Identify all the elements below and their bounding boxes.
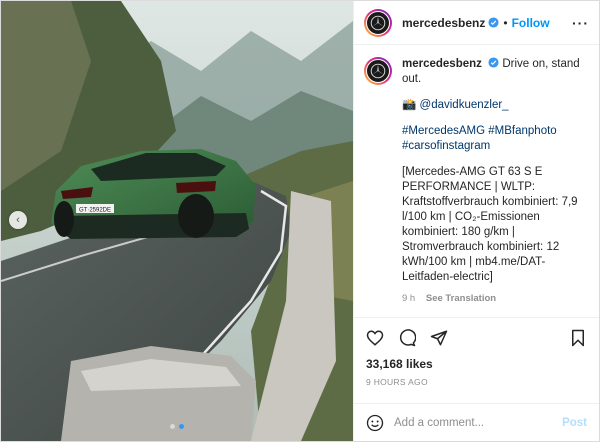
hashtags-line2[interactable]: #carsofinstagram bbox=[402, 139, 589, 154]
bookmark-icon[interactable] bbox=[569, 329, 587, 347]
share-icon[interactable] bbox=[430, 329, 448, 347]
header-separator: • bbox=[503, 15, 508, 30]
carousel-indicator bbox=[1, 424, 353, 429]
post-comment-button[interactable]: Post bbox=[562, 417, 587, 429]
post-header: mercedesbenz • Follow ··· bbox=[354, 1, 599, 45]
comments-section: mercedesbenz Drive on, stand out. 📸 @dav… bbox=[354, 45, 599, 317]
likes-count[interactable]: 33,168 likes bbox=[354, 357, 599, 373]
comment-composer: Add a comment... Post bbox=[354, 403, 599, 441]
caption-username[interactable]: mercedesbenz bbox=[402, 58, 482, 70]
caption-avatar[interactable] bbox=[364, 57, 392, 85]
license-plate: GT·2592DE bbox=[79, 208, 111, 214]
verified-badge-icon bbox=[488, 17, 499, 28]
mercedes-star-icon bbox=[370, 63, 386, 79]
post-sidebar: mercedesbenz • Follow ··· mercedesbenz D… bbox=[353, 1, 599, 441]
photo-credit-mention[interactable]: @davidkuenzler_ bbox=[420, 99, 509, 111]
carousel-dot bbox=[170, 424, 175, 429]
author-username[interactable]: mercedesbenz bbox=[402, 16, 485, 30]
comment-icon[interactable] bbox=[398, 328, 416, 347]
verified-badge-icon bbox=[488, 57, 499, 68]
action-bar bbox=[354, 317, 599, 357]
post-photo[interactable]: GT·2592DE ‹ bbox=[1, 1, 353, 441]
camera-emoji-icon: 📸 bbox=[402, 99, 417, 111]
like-heart-icon[interactable] bbox=[366, 329, 384, 347]
hashtags-line1[interactable]: #MercedesAMG #MBfanphoto bbox=[402, 124, 589, 139]
instagram-post-modal: GT·2592DE ‹ mercedesbenz • Follow ··· me… bbox=[0, 0, 600, 442]
caption: mercedesbenz Drive on, stand out. 📸 @dav… bbox=[364, 57, 589, 306]
photo-scene: GT·2592DE bbox=[1, 1, 353, 441]
emoji-icon[interactable] bbox=[366, 414, 384, 432]
see-translation-button[interactable]: See Translation bbox=[426, 293, 496, 304]
carousel-dot-active bbox=[179, 424, 184, 429]
caption-legal-text: [Mercedes-AMG GT 63 S E PERFORMANCE | WL… bbox=[402, 166, 578, 283]
comment-input[interactable]: Add a comment... bbox=[394, 417, 484, 429]
caption-age: 9 h bbox=[402, 293, 416, 304]
follow-button[interactable]: Follow bbox=[512, 16, 550, 30]
avatar[interactable] bbox=[364, 8, 392, 37]
caption-text: mercedesbenz Drive on, stand out. 📸 @dav… bbox=[402, 57, 589, 306]
caption-meta: 9 h See Translation bbox=[402, 291, 589, 306]
chevron-left-icon: ‹ bbox=[16, 214, 20, 226]
more-options-button[interactable]: ··· bbox=[572, 15, 589, 31]
post-timestamp: 9 HOURS AGO bbox=[366, 377, 428, 387]
previous-photo-button[interactable]: ‹ bbox=[9, 211, 27, 229]
mercedes-star-icon bbox=[370, 15, 386, 30]
